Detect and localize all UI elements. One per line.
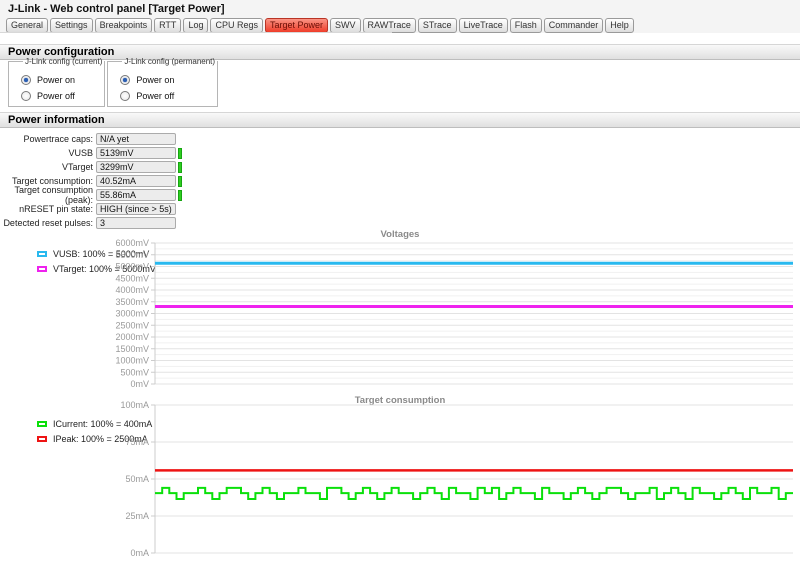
- tab-breakpoints[interactable]: Breakpoints: [95, 18, 153, 33]
- tab-log[interactable]: Log: [183, 18, 208, 33]
- field-label: VUSB: [0, 148, 93, 158]
- y-tick-label: 2000mV: [115, 332, 149, 342]
- groupbox-jlink-config-current: J-Link config (current) Power on Power off: [8, 57, 105, 107]
- radio-label: Power on: [37, 75, 75, 85]
- y-tick-label: 6000mV: [115, 238, 149, 248]
- tab-commander[interactable]: Commander: [544, 18, 604, 33]
- field-label: Target consumption (peak):: [0, 185, 93, 205]
- level-indicator: [178, 148, 182, 159]
- tab-target-power[interactable]: Target Power: [265, 18, 328, 33]
- field-label: nRESET pin state:: [0, 204, 93, 214]
- y-tick-label: 500mV: [120, 367, 149, 377]
- y-tick-label: 5500mV: [115, 250, 149, 260]
- tab-flash[interactable]: Flash: [510, 18, 542, 33]
- info-row-nreset-pin-state: nRESET pin state:HIGH (since > 5s): [0, 202, 420, 216]
- level-indicator: [178, 162, 182, 173]
- field-vtarget[interactable]: 3299mV: [96, 161, 176, 173]
- y-tick-label: 0mV: [130, 379, 149, 389]
- power-information-fields: Powertrace caps:N/A yetVUSB5139mVVTarget…: [0, 132, 420, 230]
- y-tick-label: 1000mV: [115, 356, 149, 366]
- groupbox-legend: J-Link config (current): [23, 57, 104, 66]
- y-tick-label: 0mA: [130, 548, 149, 558]
- window-header: J-Link - Web control panel [Target Power…: [0, 0, 800, 33]
- info-row-powertrace-caps: Powertrace caps:N/A yet: [0, 132, 420, 146]
- y-tick-label: 2500mV: [115, 320, 149, 330]
- y-tick-label: 1500mV: [115, 344, 149, 354]
- field-vusb[interactable]: 5139mV: [96, 147, 176, 159]
- level-indicator: [178, 190, 182, 201]
- y-tick-label: 4000mV: [115, 285, 149, 295]
- radio-label: Power off: [136, 91, 174, 101]
- level-indicator: [178, 176, 182, 187]
- info-row-target-consumption-peak: Target consumption (peak):55.86mA: [0, 188, 420, 202]
- radio-power-off-current[interactable]: [21, 91, 31, 101]
- y-tick-label: 4500mV: [115, 273, 149, 283]
- field-powertrace-caps[interactable]: N/A yet: [96, 133, 176, 145]
- tab-cpu-regs[interactable]: CPU Regs: [210, 18, 263, 33]
- field-label: VTarget: [0, 162, 93, 172]
- target-consumption-chart: 0mA 25mA 50mA 75mA 100mA: [0, 390, 800, 562]
- tab-rawtrace[interactable]: RAWTrace: [363, 18, 416, 33]
- tab-general[interactable]: General: [6, 18, 48, 33]
- tab-settings[interactable]: Settings: [50, 18, 93, 33]
- radio-label: Power on: [136, 75, 174, 85]
- power-config-groups: J-Link config (current) Power on Power off…: [8, 57, 220, 107]
- info-row-vtarget: VTarget3299mV: [0, 160, 420, 174]
- field-nreset-pin-state[interactable]: HIGH (since > 5s): [96, 203, 176, 215]
- section-header-power-information: Power information: [0, 112, 800, 128]
- field-target-consumption-peak[interactable]: 55.86mA: [96, 189, 176, 201]
- y-tick-label: 100mA: [120, 400, 149, 410]
- radio-label: Power off: [37, 91, 75, 101]
- tab-separator: [0, 32, 392, 33]
- tab-bar: GeneralSettingsBreakpointsRTTLogCPU Regs…: [6, 15, 636, 33]
- y-tick-label: 25mA: [125, 511, 149, 521]
- y-tick-label: 50mA: [125, 474, 149, 484]
- radio-power-on-permanent[interactable]: [120, 75, 130, 85]
- radio-row-power-on-current: Power on: [21, 72, 104, 88]
- radio-power-off-permanent[interactable]: [120, 91, 130, 101]
- y-tick-label: 5000mV: [115, 262, 149, 272]
- tab-swv[interactable]: SWV: [330, 18, 361, 33]
- radio-row-power-off-permanent: Power off: [120, 88, 217, 104]
- jlink-web-control-panel: J-Link - Web control panel [Target Power…: [0, 0, 800, 562]
- tab-livetrace[interactable]: LiveTrace: [459, 18, 508, 33]
- groupbox-jlink-config-permanent: J-Link config (permanent) Power on Power o…: [107, 57, 218, 107]
- field-target-consumption[interactable]: 40.52mA: [96, 175, 176, 187]
- voltages-chart: 0mV 500mV1000mV 1500mV 2000mV 2500mV3000mV 35…: [0, 225, 800, 390]
- groupbox-legend: J-Link config (permanent): [122, 57, 217, 66]
- radio-row-power-off-current: Power off: [21, 88, 104, 104]
- info-row-vusb: VUSB5139mV: [0, 146, 420, 160]
- field-label: Powertrace caps:: [0, 134, 93, 144]
- y-tick-label: 3500mV: [115, 297, 149, 307]
- tab-rtt[interactable]: RTT: [154, 18, 181, 33]
- page-title: J-Link - Web control panel [Target Power…: [8, 3, 225, 15]
- y-tick-label: 75mA: [125, 437, 149, 447]
- radio-power-on-current[interactable]: [21, 75, 31, 85]
- tab-strace[interactable]: STrace: [418, 18, 457, 33]
- tab-help[interactable]: Help: [605, 18, 634, 33]
- y-tick-label: 3000mV: [115, 309, 149, 319]
- radio-row-power-on-permanent: Power on: [120, 72, 217, 88]
- series-line-icurrent: [155, 488, 793, 499]
